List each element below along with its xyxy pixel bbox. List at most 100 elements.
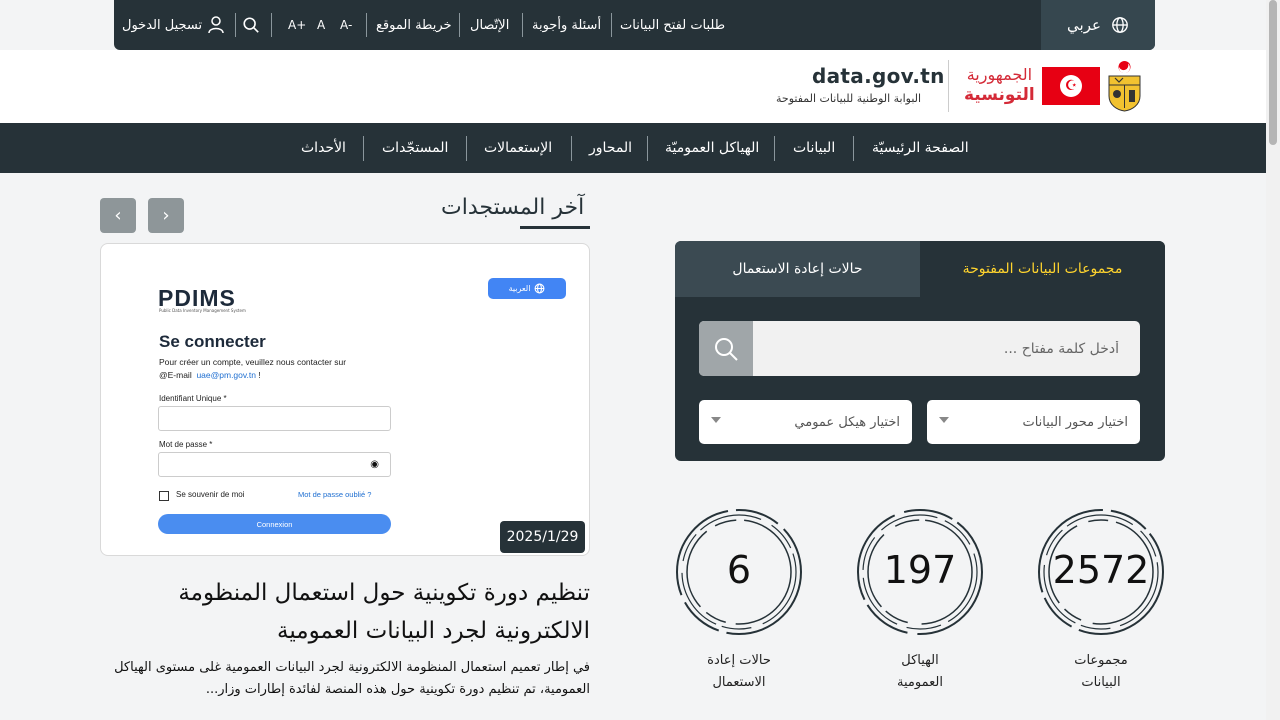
stat-value: 6 bbox=[726, 548, 752, 592]
nav-item-news[interactable]: المستجّدات bbox=[382, 123, 448, 173]
divider bbox=[853, 136, 854, 161]
theme-select-value: اختيار محور البيانات bbox=[1022, 414, 1128, 430]
user-icon bbox=[208, 16, 224, 34]
site-title[interactable]: data.gov.tn bbox=[812, 64, 945, 88]
divider bbox=[774, 136, 775, 161]
structure-select[interactable]: اختيار هيكل عمومي bbox=[699, 400, 912, 444]
stat-value: 197 bbox=[883, 548, 957, 592]
language-switcher[interactable]: عربي bbox=[1041, 0, 1155, 50]
login-link[interactable]: تسجيل الدخول bbox=[122, 0, 224, 50]
pdims-intro-line-1: Pour créer un compte, veuillez nous cont… bbox=[159, 357, 347, 367]
search-panel: مجموعات البيانات المفتوحة حالات إعادة ال… bbox=[675, 241, 1165, 461]
stat-label: مجموعات البيانات bbox=[1037, 650, 1165, 694]
tunisia-flag-icon: ☪ bbox=[1042, 67, 1100, 105]
chevron-left-icon: ‹ bbox=[114, 205, 122, 226]
pdims-remember-label: Se souvenir de moi bbox=[176, 490, 245, 499]
search-box bbox=[699, 321, 1140, 376]
divider bbox=[271, 13, 272, 37]
font-increase-button[interactable]: A+ bbox=[288, 0, 306, 50]
open-data-requests-link[interactable]: طلبات لفتح البيانات bbox=[620, 0, 725, 50]
main-navigation: الصفحة الرئيسيّة البيانات الهياكل العموم… bbox=[0, 123, 1266, 173]
font-decrease-button[interactable]: A- bbox=[340, 0, 352, 50]
pdims-submit-button: Connexion bbox=[158, 514, 391, 534]
republic-line-1: الجمهورية bbox=[966, 65, 1033, 84]
nav-item-themes[interactable]: المحاور bbox=[589, 123, 632, 173]
scrollbar-thumb[interactable] bbox=[1269, 0, 1277, 145]
news-section-title: آخر المستجدات bbox=[441, 195, 585, 220]
news-date-badge: 2025/1/29 bbox=[500, 521, 585, 553]
pdims-logo-subtitle: Public Data Inventory Management System bbox=[159, 308, 246, 313]
stat-label: حالات إعادة الاستعمال bbox=[675, 650, 803, 694]
stat-reuses: 6 bbox=[675, 508, 803, 636]
font-normal-button[interactable]: A bbox=[317, 0, 325, 50]
crescent-star-icon: ☪ bbox=[1060, 75, 1082, 97]
divider bbox=[647, 136, 648, 161]
pdims-language-button: العربية bbox=[488, 278, 566, 299]
pdims-identifier-field bbox=[158, 406, 391, 431]
divider bbox=[466, 136, 467, 161]
pdims-email: uae@pm.gov.tn bbox=[196, 370, 256, 380]
structure-select-value: اختيار هيكل عمومي bbox=[794, 414, 900, 430]
eye-icon: ◉ bbox=[370, 459, 379, 470]
divider bbox=[459, 13, 460, 37]
globe-icon bbox=[534, 283, 545, 294]
sitemap-link[interactable]: خريطة الموقع bbox=[376, 0, 452, 50]
tab-reuses[interactable]: حالات إعادة الاستعمال bbox=[675, 241, 920, 297]
language-label: عربي bbox=[1067, 16, 1101, 34]
stat-label-line-2: العمومية bbox=[897, 675, 943, 690]
divider bbox=[948, 60, 949, 112]
login-label: تسجيل الدخول bbox=[122, 17, 203, 33]
nav-item-reuses[interactable]: الإستعمالات bbox=[484, 123, 552, 173]
republic-line-2: التونسية bbox=[964, 85, 1035, 105]
globe-icon bbox=[1112, 17, 1128, 33]
next-arrow-button[interactable]: › bbox=[148, 198, 184, 233]
faq-link[interactable]: أسئلة وأجوبة bbox=[532, 0, 601, 50]
search-toggle-button[interactable] bbox=[242, 0, 260, 50]
stat-label-line-1: مجموعات bbox=[1074, 653, 1128, 668]
pdims-intro: Pour créer un compte, veuillez nous cont… bbox=[159, 356, 346, 382]
news-image-card[interactable]: PDIMS Public Data Inventory Management S… bbox=[100, 243, 590, 556]
divider bbox=[522, 13, 523, 37]
republic-name: الجمهورية التونسية bbox=[964, 65, 1035, 105]
coat-of-arms-icon bbox=[1108, 61, 1141, 112]
scrollbar[interactable] bbox=[1266, 0, 1280, 720]
tab-datasets[interactable]: مجموعات البيانات المفتوحة bbox=[920, 241, 1165, 297]
theme-select[interactable]: اختيار محور البيانات bbox=[927, 400, 1140, 444]
caret-down-icon bbox=[939, 417, 949, 423]
news-headline[interactable]: تنظيم دورة تكوينية حول استعمال المنظومة … bbox=[100, 574, 590, 650]
stat-datasets: 2572 bbox=[1037, 508, 1165, 636]
search-input[interactable] bbox=[759, 321, 1131, 376]
pdims-remember-checkbox bbox=[159, 491, 169, 501]
chevron-right-icon: › bbox=[162, 205, 170, 226]
divider bbox=[611, 13, 612, 37]
nav-item-home[interactable]: الصفحة الرئيسيّة bbox=[872, 123, 969, 173]
news-excerpt: في إطار تعميم استعمال المنظومة الالكترون… bbox=[114, 660, 590, 697]
divider bbox=[363, 136, 364, 161]
stat-label-line-2: الاستعمال bbox=[712, 675, 766, 690]
divider bbox=[571, 136, 572, 161]
pdims-intro-suffix: ! bbox=[258, 370, 261, 380]
contact-link[interactable]: الإتّصال bbox=[470, 0, 509, 50]
divider bbox=[366, 13, 367, 37]
pdims-intro-prefix: @E-mail bbox=[159, 370, 192, 380]
nav-item-events[interactable]: الأحداث bbox=[301, 123, 346, 173]
pdims-identifier-label: Identifiant Unique * bbox=[159, 394, 227, 403]
stat-value: 2572 bbox=[1052, 548, 1150, 592]
stat-label-line-1: الهياكل bbox=[901, 653, 939, 668]
stat-label-line-2: البيانات bbox=[1081, 675, 1121, 690]
site-subtitle: البوابة الوطنية للبيانات المفتوحة bbox=[776, 92, 922, 105]
pdims-language-label: العربية bbox=[508, 284, 531, 293]
pdims-password-field: ◉ bbox=[158, 452, 391, 477]
top-utility-bar: عربي طلبات لفتح البيانات أسئلة وأجوبة ال… bbox=[114, 0, 1155, 50]
stat-label-line-1: حالات إعادة bbox=[707, 653, 771, 668]
divider bbox=[235, 13, 236, 37]
nav-item-data[interactable]: البيانات bbox=[793, 123, 835, 173]
caret-down-icon bbox=[711, 417, 721, 423]
search-icon bbox=[715, 337, 738, 361]
prev-arrow-button[interactable]: ‹ bbox=[100, 198, 136, 233]
search-button[interactable] bbox=[699, 321, 753, 376]
pdims-heading: Se connecter bbox=[159, 332, 266, 351]
nav-item-public-structures[interactable]: الهياكل العموميّة bbox=[665, 123, 759, 173]
stat-structures: 197 bbox=[856, 508, 984, 636]
stat-label: الهياكل العمومية bbox=[856, 650, 984, 694]
